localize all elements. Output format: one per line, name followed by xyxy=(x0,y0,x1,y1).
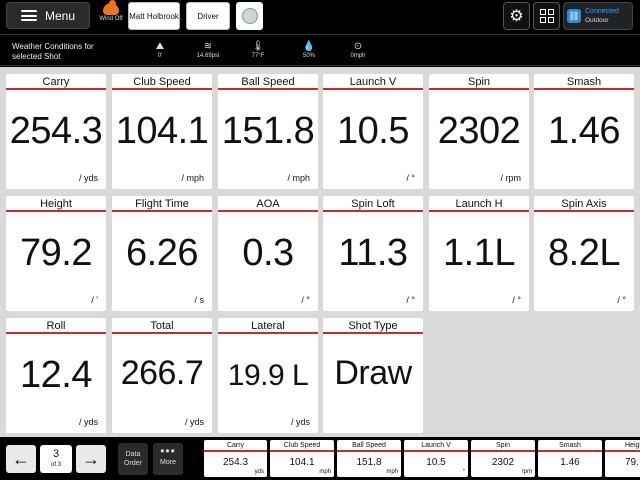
tile-launch-v[interactable]: Launch V 10.5 / ° xyxy=(323,74,423,189)
tile-spin-loft[interactable]: Spin Loft 11.3 / ° xyxy=(323,196,423,311)
more-button[interactable]: ••• More xyxy=(153,443,183,475)
ball-selector[interactable] xyxy=(236,2,263,30)
data-order-button[interactable]: Data Order xyxy=(118,443,148,475)
tile-lateral[interactable]: Lateral 19.9 L / yds xyxy=(218,318,318,433)
connection-status[interactable]: ⛓ Connected Outdoor xyxy=(563,2,633,30)
settings-button[interactable]: ⚙ xyxy=(503,2,530,30)
more-label: More xyxy=(160,459,176,466)
tile-total[interactable]: Total 266.7 / yds xyxy=(112,318,212,433)
strip-ball-speed[interactable]: Ball Speed 151.8 mph xyxy=(337,440,401,477)
tile-club-speed[interactable]: Club Speed 104.1 / mph xyxy=(112,74,212,189)
menu-button[interactable]: Menu xyxy=(6,2,90,29)
tile-spin-axis[interactable]: Spin Axis 8.2L / ° xyxy=(534,196,634,311)
barometer-icon: ≋ xyxy=(203,41,213,52)
tile-aoa[interactable]: AOA 0.3 / ° xyxy=(218,196,318,311)
wind-readout: ⊙ 0mph xyxy=(338,40,378,59)
golf-ball-icon xyxy=(241,8,258,24)
weather-conditions-bar: Weather Conditions for selected Shot ⛰ 0… xyxy=(0,34,640,66)
menu-label: Menu xyxy=(44,8,76,23)
bottom-bar: ← 3 of 3 → Data Order ••• More Carry 254… xyxy=(0,437,640,480)
tile-smash[interactable]: Smash 1.46 xyxy=(534,74,634,189)
player-selector[interactable]: Matt Holbrook xyxy=(128,2,180,30)
page-indicator: 3 of 3 xyxy=(40,445,72,473)
wind-toggle[interactable]: Wind Off xyxy=(96,0,126,31)
more-dots-icon: ••• xyxy=(160,444,176,458)
droplet-icon: 💧 xyxy=(302,41,316,52)
temperature-readout: 🌡 77°F xyxy=(238,40,278,59)
gear-icon: ⚙ xyxy=(509,8,524,25)
hamburger-icon xyxy=(20,10,37,21)
arrow-left-icon: ← xyxy=(12,448,30,469)
pressure-readout: ≋ 14.69psi xyxy=(188,40,228,59)
tile-height[interactable]: Height 79.2 / ' xyxy=(6,196,106,311)
tile-launch-h[interactable]: Launch H 1.1L / ° xyxy=(429,196,529,311)
wind-label: Wind Off xyxy=(99,16,123,22)
link-icon: ⛓ xyxy=(567,9,581,23)
strip-launch-v[interactable]: Launch V 10.5 ° xyxy=(404,440,468,477)
thermometer-icon: 🌡 xyxy=(251,41,265,52)
weather-label: Weather Conditions for selected Shot xyxy=(12,42,94,61)
prev-page-button[interactable]: ← xyxy=(6,445,36,473)
metrics-grid: Carry 254.3 / yds Club Speed 104.1 / mph… xyxy=(0,67,640,437)
mountain-icon: ⛰ xyxy=(155,41,165,52)
connection-mode-text: Outdoor xyxy=(585,17,609,24)
next-page-button[interactable]: → xyxy=(76,445,106,473)
grid-icon xyxy=(539,9,554,23)
humidity-readout: 💧 50% xyxy=(289,40,329,59)
strip-club-speed[interactable]: Club Speed 104.1 mph xyxy=(270,440,334,477)
tile-flight-time[interactable]: Flight Time 6.26 / s xyxy=(112,196,212,311)
strip-carry[interactable]: Carry 254.3 yds xyxy=(204,440,267,477)
altitude-readout: ⛰ 0' xyxy=(140,40,180,59)
cloud-icon xyxy=(103,0,119,15)
connection-status-text: Connected xyxy=(585,8,619,15)
strip-height[interactable]: Height 79. xyxy=(605,440,640,477)
tile-ball-speed[interactable]: Ball Speed 151.8 / mph xyxy=(218,74,318,189)
arrow-right-icon: → xyxy=(82,448,100,469)
strip-smash[interactable]: Smash 1.46 xyxy=(538,440,602,477)
strip-spin[interactable]: Spin 2302 rpm xyxy=(471,440,535,477)
tile-roll[interactable]: Roll 12.4 / yds xyxy=(6,318,106,433)
tile-spin[interactable]: Spin 2302 / rpm xyxy=(429,74,529,189)
compass-icon: ⊙ xyxy=(353,41,363,52)
tile-carry[interactable]: Carry 254.3 / yds xyxy=(6,74,106,189)
top-bar: Menu Wind Off Matt Holbrook Driver ⚙ ⛓ C… xyxy=(0,0,640,33)
club-selector[interactable]: Driver xyxy=(186,2,230,30)
layout-button[interactable] xyxy=(533,2,560,30)
tile-shot-type[interactable]: Shot Type Draw xyxy=(323,318,423,433)
data-order-label: Data Order xyxy=(124,451,142,467)
